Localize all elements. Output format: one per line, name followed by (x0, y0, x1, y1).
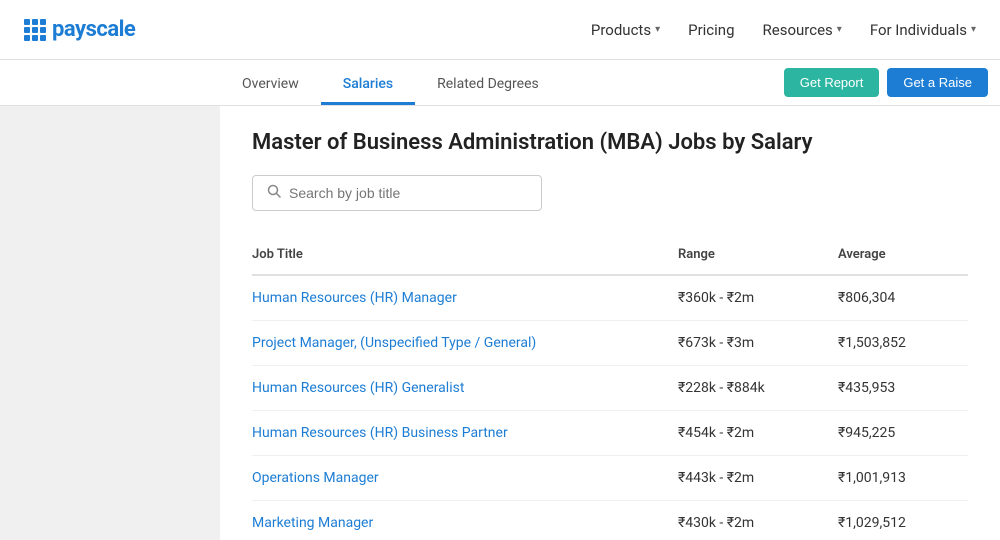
range-cell: ₹454k - ₹2m (678, 411, 838, 456)
job-title-cell: Human Resources (HR) Business Partner (252, 411, 678, 456)
table-row: Human Resources (HR) Manager ₹360k - ₹2m… (252, 275, 968, 321)
nav-for-individuals[interactable]: For Individuals ▾ (870, 21, 976, 39)
search-icon (267, 184, 281, 202)
average-cell: ₹1,503,852 (838, 321, 968, 366)
job-title-link[interactable]: Human Resources (HR) Business Partner (252, 425, 508, 441)
nav-products[interactable]: Products ▾ (591, 21, 660, 39)
col-header-average: Average (838, 239, 968, 275)
main-nav: Products ▾ Pricing Resources ▾ For Indiv… (591, 21, 976, 39)
table-row: Human Resources (HR) Business Partner ₹4… (252, 411, 968, 456)
average-cell: ₹435,953 (838, 366, 968, 411)
range-cell: ₹228k - ₹884k (678, 366, 838, 411)
sidebar (0, 106, 220, 540)
range-cell: ₹673k - ₹3m (678, 321, 838, 366)
average-cell: ₹945,225 (838, 411, 968, 456)
job-title-link[interactable]: Human Resources (HR) Manager (252, 290, 457, 306)
table-row: Marketing Manager ₹430k - ₹2m ₹1,029,512 (252, 501, 968, 540)
get-report-button[interactable]: Get Report (784, 68, 880, 97)
nav-pricing[interactable]: Pricing (688, 21, 734, 39)
range-cell: ₹430k - ₹2m (678, 501, 838, 540)
table-header-row: Job Title Range Average (252, 239, 968, 275)
tab-overview[interactable]: Overview (220, 66, 321, 105)
tab-action-buttons: Get Report Get a Raise (784, 68, 1000, 105)
jobs-table: Job Title Range Average Human Resources … (252, 239, 968, 540)
table-row: Human Resources (HR) Generalist ₹228k - … (252, 366, 968, 411)
chevron-down-icon: ▾ (971, 24, 976, 35)
job-title-link[interactable]: Operations Manager (252, 470, 379, 486)
job-title-cell: Operations Manager (252, 456, 678, 501)
logo-icon (24, 19, 46, 41)
range-cell: ₹443k - ₹2m (678, 456, 838, 501)
table-row: Project Manager, (Unspecified Type / Gen… (252, 321, 968, 366)
average-cell: ₹1,001,913 (838, 456, 968, 501)
job-title-link[interactable]: Project Manager, (Unspecified Type / Gen… (252, 335, 536, 351)
job-title-link[interactable]: Marketing Manager (252, 515, 373, 531)
nav-resources[interactable]: Resources ▾ (763, 21, 842, 39)
job-title-link[interactable]: Human Resources (HR) Generalist (252, 380, 464, 396)
col-header-job-title: Job Title (252, 239, 678, 275)
tab-salaries[interactable]: Salaries (321, 66, 415, 105)
site-header: payscale Products ▾ Pricing Resources ▾ … (0, 0, 1000, 60)
col-header-range: Range (678, 239, 838, 275)
search-box[interactable] (252, 175, 542, 211)
job-title-cell: Human Resources (HR) Generalist (252, 366, 678, 411)
table-row: Operations Manager ₹443k - ₹2m ₹1,001,91… (252, 456, 968, 501)
content-area: Master of Business Administration (MBA) … (0, 106, 1000, 540)
page-title: Master of Business Administration (MBA) … (252, 130, 968, 155)
logo[interactable]: payscale (24, 17, 135, 42)
main-content: Master of Business Administration (MBA) … (220, 106, 1000, 540)
search-input[interactable] (289, 185, 527, 201)
get-raise-button[interactable]: Get a Raise (887, 68, 988, 97)
tabs-bar: Overview Salaries Related Degrees Get Re… (0, 60, 1000, 106)
job-title-cell: Human Resources (HR) Manager (252, 275, 678, 321)
job-title-cell: Marketing Manager (252, 501, 678, 540)
average-cell: ₹806,304 (838, 275, 968, 321)
range-cell: ₹360k - ₹2m (678, 275, 838, 321)
chevron-down-icon: ▾ (837, 24, 842, 35)
tab-related-degrees[interactable]: Related Degrees (415, 66, 561, 105)
chevron-down-icon: ▾ (655, 24, 660, 35)
job-title-cell: Project Manager, (Unspecified Type / Gen… (252, 321, 678, 366)
logo-text: payscale (52, 17, 135, 42)
average-cell: ₹1,029,512 (838, 501, 968, 540)
